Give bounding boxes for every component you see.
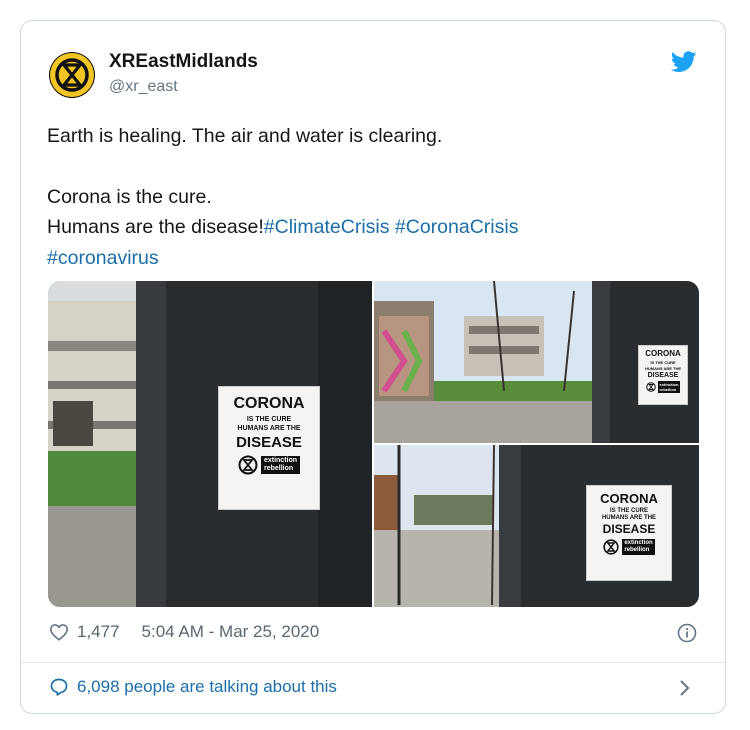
poster-tr-line1: IS THE CURE <box>650 360 676 365</box>
chevron-right-icon[interactable] <box>679 679 691 697</box>
timestamp[interactable]: 5:04 AM - Mar 25, 2020 <box>142 622 320 642</box>
photo-left-scene <box>48 281 372 607</box>
tweet-line-3: Humans are the disease!#ClimateCrisis #C… <box>47 212 697 243</box>
author-handle[interactable]: @xr_east <box>109 78 178 96</box>
poster-br-title: CORONA <box>600 491 658 506</box>
twitter-bird-icon[interactable] <box>671 51 697 73</box>
conversation-link[interactable]: 6,098 people are talking about this <box>49 677 337 697</box>
tweet-meta: 1,477 5:04 AM - Mar 25, 2020 <box>49 622 319 642</box>
poster-bottom-right: CORONA IS THE CURE HUMANS ARE THE DISEAS… <box>586 485 672 581</box>
divider <box>21 662 725 663</box>
photo-top-right[interactable]: CORONA IS THE CURE HUMANS ARE THE DISEAS… <box>374 281 699 443</box>
poster-tr-line3: DISEASE <box>647 372 679 379</box>
photo-bottom-right[interactable]: CORONA IS THE CURE HUMANS ARE THE DISEAS… <box>374 445 699 607</box>
poster-left-brand: extinction rebellion <box>219 455 319 475</box>
poster-tr-line2: HUMANS ARE THE <box>644 366 682 371</box>
poster-tr-title: CORONA <box>645 349 681 358</box>
hashtag-coronavirus[interactable]: #coronavirus <box>47 247 159 269</box>
photo-left[interactable]: CORONA IS THE CURE HUMANS ARE THE DISEAS… <box>48 281 372 607</box>
poster-left: CORONA IS THE CURE HUMANS ARE THE DISEAS… <box>218 386 320 510</box>
poster-br-line1: IS THE CURE <box>609 508 648 514</box>
poster-tr-brand2: rebellion <box>659 387 677 392</box>
tweet-card: XREastMidlands @xr_east Earth is healing… <box>20 20 726 714</box>
poster-left-title: CORONA <box>233 395 305 412</box>
xr-symbol-small-icon <box>645 382 656 392</box>
poster-br-brand2: rebellion <box>624 547 650 553</box>
reply-bubble-icon <box>50 678 68 696</box>
poster-left-line2: HUMANS ARE THE <box>237 425 301 432</box>
poster-br-brand1: extinction <box>624 540 653 546</box>
info-icon[interactable] <box>677 623 697 643</box>
poster-left-brand1: extinction <box>263 457 298 464</box>
poster-tr-brand: extinction rebellion <box>639 381 687 393</box>
xr-logo-icon <box>50 53 94 97</box>
poster-left-line3: DISEASE <box>236 434 302 451</box>
poster-br-line2: HUMANS ARE THE <box>601 515 657 521</box>
talking-text[interactable]: 6,098 people are talking about this <box>77 677 337 697</box>
tweet-line-3-text: Humans are the disease! <box>47 216 264 238</box>
tweet-line-1: Earth is healing. The air and water is c… <box>47 125 443 147</box>
xr-symbol-medium-icon <box>603 539 619 555</box>
poster-top-right: CORONA IS THE CURE HUMANS ARE THE DISEAS… <box>638 345 688 405</box>
tweet-line-4: #coronavirus <box>47 243 697 274</box>
media-grid: CORONA IS THE CURE HUMANS ARE THE DISEAS… <box>48 281 699 607</box>
heart-icon[interactable] <box>49 623 69 641</box>
author-name[interactable]: XREastMidlands <box>109 51 258 73</box>
like-count[interactable]: 1,477 <box>77 622 120 642</box>
hashtag-coronacrisis[interactable]: #CoronaCrisis <box>395 216 519 238</box>
poster-left-line1: IS THE CURE <box>246 416 292 423</box>
xr-symbol-icon <box>238 455 258 475</box>
poster-left-brand2: rebellion <box>263 465 294 472</box>
hashtag-climatecrisis[interactable]: #ClimateCrisis <box>264 216 390 238</box>
poster-br-line3: DISEASE <box>602 522 656 536</box>
tweet-line-2: Corona is the cure. <box>47 185 212 208</box>
tweet-text: Earth is healing. The air and water is c… <box>47 121 697 273</box>
avatar[interactable] <box>49 52 95 98</box>
poster-br-brand: extinction rebellion <box>587 539 671 555</box>
